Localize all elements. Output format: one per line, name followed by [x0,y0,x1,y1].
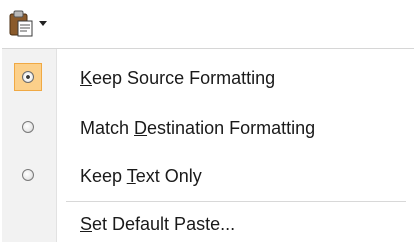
menu-item-keep-text-only[interactable]: Keep Text Only [2,153,414,201]
radio-dot-icon [22,71,34,83]
menu-item-label: Match Destination Formatting [80,118,316,138]
menu-item-match-destination-formatting[interactable]: Match Destination Formatting [2,105,414,153]
menu-separator [66,201,406,202]
clipboard-paste-icon[interactable] [9,10,35,38]
radio-dot-icon [22,121,34,133]
paste-options-menu: Keep Source Formatting Match Destination… [2,48,414,242]
menu-item-label: Set Default Paste... [80,214,236,234]
radio-selected-icon[interactable] [14,63,42,91]
radio-icon[interactable] [14,113,42,141]
radio-dot-icon [22,169,34,181]
radio-icon[interactable] [14,161,42,189]
paste-split-button[interactable] [2,2,52,42]
menu-item-keep-source-formatting[interactable]: Keep Source Formatting [2,55,414,103]
paste-options-ui: Keep Source Formatting Match Destination… [0,0,414,242]
menu-item-set-default-paste[interactable]: Set Default Paste... [2,207,414,242]
chevron-down-icon[interactable] [39,21,47,26]
menu-item-label: Keep Source Formatting [80,68,276,88]
menu-item-label: Keep Text Only [80,166,202,186]
